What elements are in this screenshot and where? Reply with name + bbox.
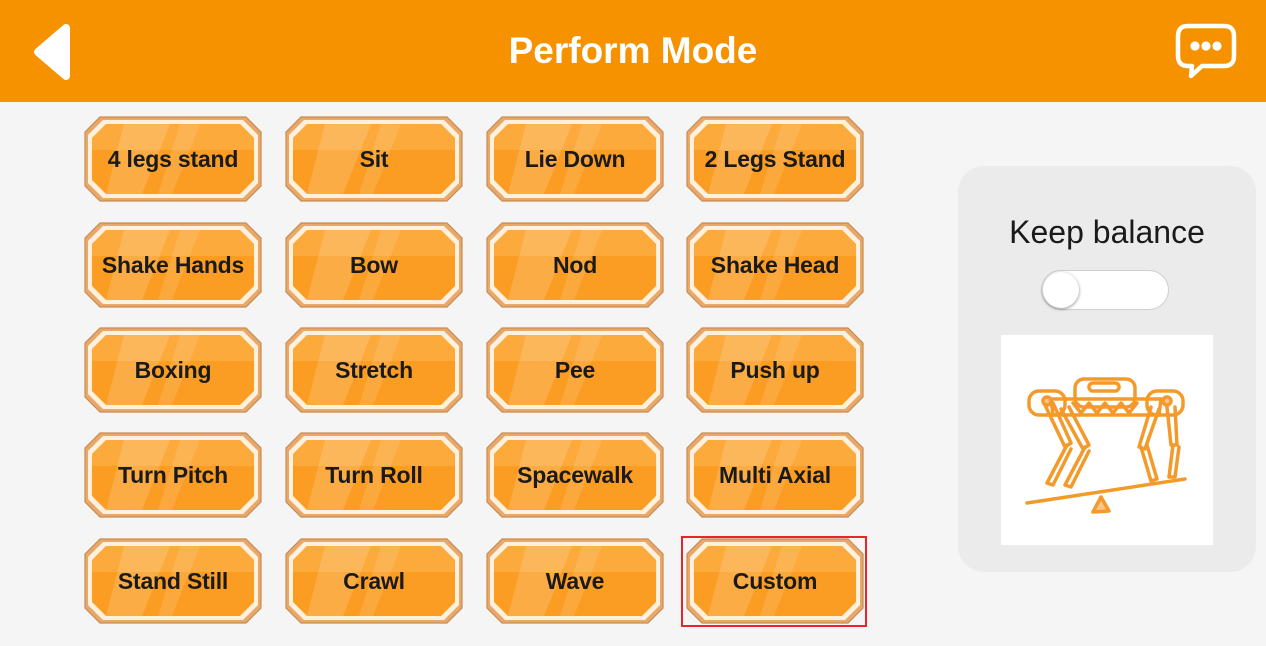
action-label: Stand Still bbox=[117, 567, 229, 594]
action-label: Lie Down bbox=[524, 145, 626, 172]
action-label: Boxing bbox=[134, 356, 212, 383]
lie-down-button[interactable]: Lie Down bbox=[486, 116, 664, 202]
stretch-button[interactable]: Stretch bbox=[285, 327, 463, 413]
action-label: Shake Head bbox=[710, 251, 840, 278]
keep-balance-toggle[interactable] bbox=[1041, 270, 1169, 310]
keep-balance-label: Keep balance bbox=[1009, 214, 1205, 250]
push-up-button[interactable]: Push up bbox=[686, 327, 864, 413]
pee-button[interactable]: Pee bbox=[486, 327, 664, 413]
action-label: Push up bbox=[730, 356, 820, 383]
spacewalk-button[interactable]: Spacewalk bbox=[486, 432, 664, 518]
chat-bubble-icon[interactable] bbox=[1174, 22, 1238, 80]
turn-pitch-button[interactable]: Turn Pitch bbox=[84, 432, 262, 518]
action-label: Turn Pitch bbox=[117, 461, 228, 488]
toggle-knob bbox=[1043, 272, 1079, 308]
action-grid: 4 legs stand Sit Lie Down 2 Legs Stand Shake… bbox=[0, 0, 920, 646]
shake-hands-button[interactable]: Shake Hands bbox=[84, 222, 262, 308]
shake-head-button[interactable]: Shake Head bbox=[686, 222, 864, 308]
action-label: Multi Axial bbox=[719, 461, 831, 488]
boxing-button[interactable]: Boxing bbox=[84, 327, 262, 413]
action-label: Pee bbox=[554, 356, 596, 383]
turn-roll-button[interactable]: Turn Roll bbox=[285, 432, 463, 518]
balance-panel: Keep balance bbox=[958, 166, 1256, 572]
sit-button[interactable]: Sit bbox=[285, 116, 463, 202]
2-legs-stand-button[interactable]: 2 Legs Stand bbox=[686, 116, 864, 202]
action-label: Sit bbox=[359, 145, 389, 172]
action-label: Wave bbox=[545, 567, 605, 594]
custom-button[interactable]: Custom bbox=[686, 538, 864, 624]
action-label: Spacewalk bbox=[517, 461, 633, 488]
action-label: Shake Hands bbox=[101, 251, 245, 278]
action-label: Bow bbox=[350, 251, 398, 278]
bow-button[interactable]: Bow bbox=[285, 222, 463, 308]
action-label: 2 Legs Stand bbox=[704, 145, 846, 172]
stand-still-button[interactable]: Stand Still bbox=[84, 538, 262, 624]
action-label: Turn Roll bbox=[325, 461, 423, 488]
4-legs-stand-button[interactable]: 4 legs stand bbox=[84, 116, 262, 202]
multi-axial-button[interactable]: Multi Axial bbox=[686, 432, 864, 518]
action-label: Crawl bbox=[343, 567, 405, 594]
action-label: Stretch bbox=[335, 356, 413, 383]
action-label: Nod bbox=[552, 251, 598, 278]
nod-button[interactable]: Nod bbox=[486, 222, 664, 308]
action-label: Custom bbox=[732, 567, 818, 594]
crawl-button[interactable]: Crawl bbox=[285, 538, 463, 624]
wave-button[interactable]: Wave bbox=[486, 538, 664, 624]
robot-dog-balance-icon bbox=[1001, 335, 1213, 545]
action-label: 4 legs stand bbox=[107, 145, 239, 172]
